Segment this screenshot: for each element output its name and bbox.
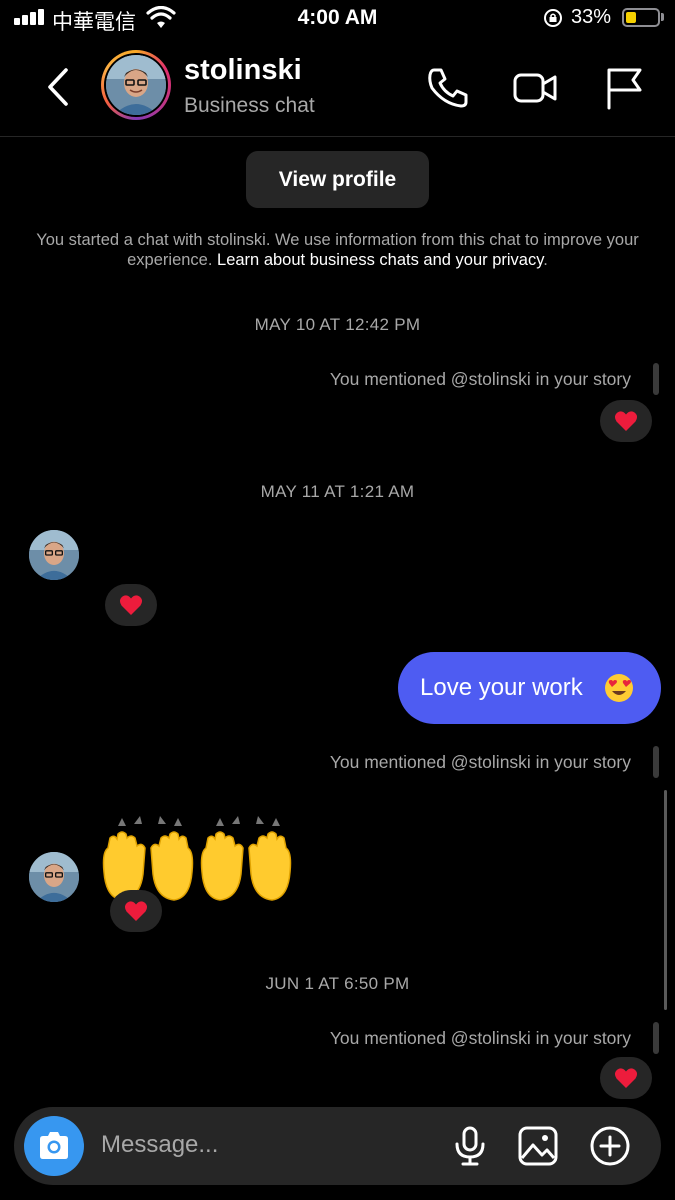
sender-avatar[interactable]	[29, 852, 79, 902]
heart-reaction[interactable]	[110, 890, 162, 932]
story-mention-text[interactable]: You mentioned @stolinski in your story	[330, 369, 631, 390]
sender-avatar[interactable]	[29, 530, 79, 580]
camera-icon	[40, 1132, 68, 1159]
report-flag-icon[interactable]	[600, 64, 648, 112]
date-separator: MAY 11 AT 1:21 AM	[260, 482, 415, 501]
privacy-link[interactable]: Learn about business chats and your priv…	[217, 251, 543, 269]
story-preview-bar	[653, 1022, 659, 1054]
outgoing-message-bubble[interactable]: Love your work	[398, 652, 661, 724]
profile-avatar[interactable]	[101, 50, 171, 120]
gallery-icon[interactable]	[516, 1124, 560, 1168]
date-separator: JUN 1 AT 6:50 PM	[265, 974, 410, 993]
heart-icon	[124, 901, 148, 921]
heart-reaction[interactable]	[105, 584, 157, 626]
story-preview-bar	[653, 363, 659, 395]
phone-icon[interactable]	[424, 64, 472, 112]
view-profile-button[interactable]: View profile	[246, 151, 429, 208]
rotation-lock-icon	[544, 9, 562, 27]
status-bar: 中華電信 4:00 AM 33%	[0, 0, 675, 38]
heart-icon	[119, 595, 143, 615]
heart-eyes-emoji-icon	[605, 674, 633, 702]
message-input[interactable]: Message...	[101, 1131, 218, 1159]
story-mention-text[interactable]: You mentioned @stolinski in your story	[330, 1028, 631, 1049]
heart-icon	[614, 411, 638, 431]
chat-subtitle: Business chat	[184, 94, 315, 117]
battery-percent: 33%	[571, 6, 612, 28]
microphone-icon[interactable]	[448, 1124, 492, 1168]
message-text: Love your work	[420, 674, 583, 701]
chat-title[interactable]: stolinski	[184, 54, 302, 87]
story-preview-bar	[653, 746, 659, 778]
date-separator: MAY 10 AT 12:42 PM	[254, 315, 421, 334]
heart-icon	[614, 1068, 638, 1088]
video-call-icon[interactable]	[511, 64, 559, 112]
story-mention-text[interactable]: You mentioned @stolinski in your story	[330, 752, 631, 773]
heart-reaction[interactable]	[600, 400, 652, 442]
battery-icon	[622, 8, 660, 27]
business-chat-info: You started a chat with stolinski. We us…	[36, 231, 639, 269]
avatar-photo	[106, 55, 166, 115]
chat-header: stolinski Business chat	[0, 38, 675, 137]
back-arrow-icon[interactable]	[38, 64, 78, 110]
heart-reaction[interactable]	[600, 1057, 652, 1099]
add-icon[interactable]	[588, 1124, 632, 1168]
message-composer: Message...	[14, 1107, 661, 1185]
camera-button[interactable]	[24, 1116, 84, 1176]
